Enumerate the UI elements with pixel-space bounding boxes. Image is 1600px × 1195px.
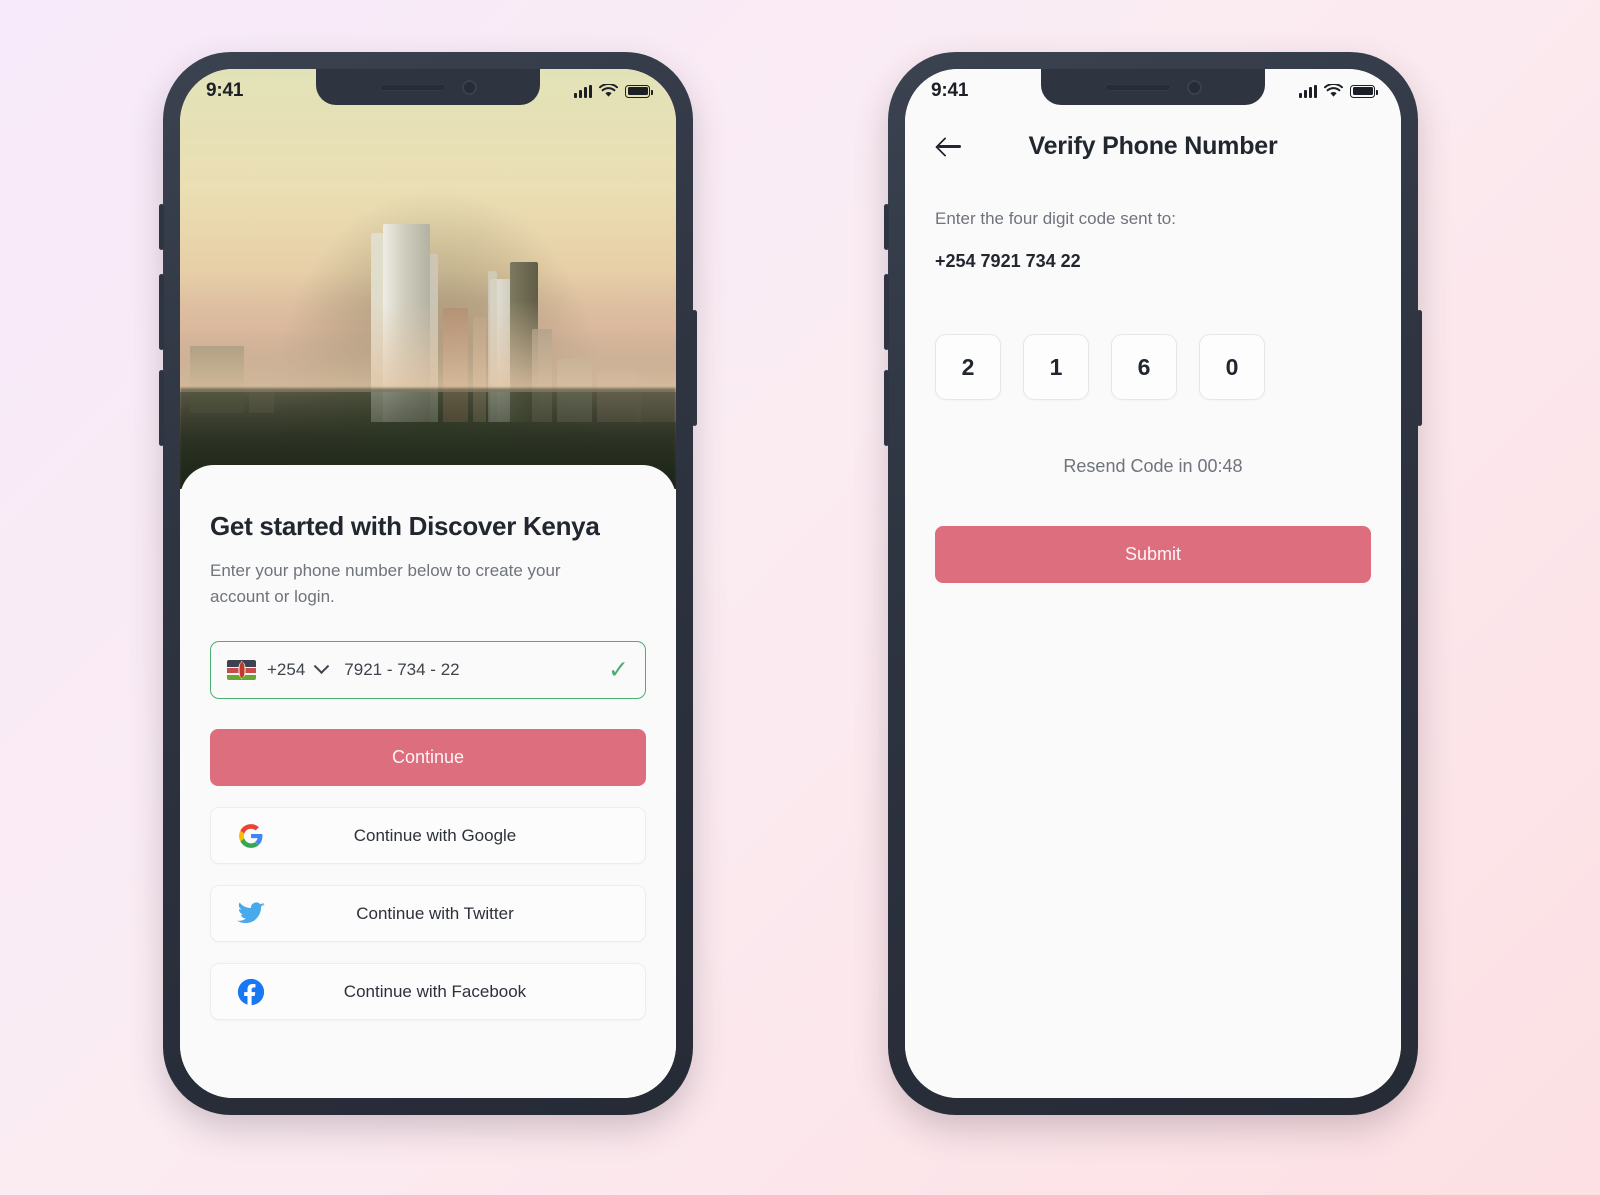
- otp-digit-1[interactable]: 2: [935, 334, 1001, 400]
- phone-screen-signup: 9:41 Get started with Discover Kenya Ent…: [180, 69, 676, 1098]
- otp-digit-4[interactable]: 0: [1199, 334, 1265, 400]
- volume-up-button[interactable]: [884, 274, 889, 350]
- earpiece-speaker: [379, 83, 446, 91]
- otp-digit-3[interactable]: 6: [1111, 334, 1177, 400]
- verify-content: Verify Phone Number Enter the four digit…: [905, 69, 1401, 1098]
- google-icon: [237, 822, 265, 850]
- continue-button[interactable]: Continue: [210, 729, 646, 786]
- signup-card: Get started with Discover Kenya Enter yo…: [180, 465, 676, 1098]
- facebook-button-label: Continue with Facebook: [343, 981, 527, 1001]
- phone-screen-verify: 9:41 Verify Phone Number Enter the four …: [905, 69, 1401, 1098]
- battery-icon: [1350, 84, 1378, 98]
- notch: [316, 69, 540, 105]
- verify-instruction: Enter the four digit code sent to:: [935, 209, 1176, 228]
- silent-switch-button[interactable]: [159, 204, 164, 250]
- earpiece-speaker: [1104, 83, 1171, 91]
- status-time: 9:41: [206, 80, 244, 101]
- haze-overlay: [180, 300, 676, 393]
- wifi-icon: [1324, 84, 1343, 97]
- power-button[interactable]: [692, 310, 697, 426]
- otp-digit-2[interactable]: 1: [1023, 334, 1089, 400]
- check-icon: ✓: [608, 655, 629, 684]
- signal-bars-icon: [574, 84, 592, 98]
- notch: [1041, 69, 1265, 105]
- phone-signup: 9:41 Get started with Discover Kenya Ent…: [159, 52, 697, 1115]
- volume-up-button[interactable]: [159, 274, 164, 350]
- twitter-button-label: Continue with Twitter: [356, 903, 514, 923]
- verify-title: Verify Phone Number: [1028, 131, 1278, 160]
- facebook-icon: [237, 978, 265, 1006]
- submit-button[interactable]: Submit: [935, 526, 1371, 583]
- country-code-value[interactable]: +254: [267, 660, 305, 680]
- battery-icon: [625, 84, 653, 98]
- twitter-icon: [237, 900, 265, 928]
- phone-verify: 9:41 Verify Phone Number Enter the four …: [884, 52, 1422, 1115]
- status-time: 9:41: [931, 80, 969, 101]
- volume-down-button[interactable]: [884, 370, 889, 446]
- page-title: Get started with Discover Kenya: [210, 511, 600, 541]
- wifi-icon: [599, 84, 618, 97]
- otp-input-group: 2 1 6 0: [935, 334, 1371, 400]
- resend-code-text[interactable]: Resend Code in 00:48: [935, 456, 1371, 477]
- verify-header: Verify Phone Number: [935, 131, 1371, 161]
- continue-with-google-button[interactable]: Continue with Google: [210, 807, 646, 864]
- arrow-left-icon[interactable]: [935, 131, 965, 161]
- phone-number-value[interactable]: 7921 - 734 - 22: [344, 660, 597, 680]
- front-camera-icon: [1186, 79, 1202, 95]
- silent-switch-button[interactable]: [884, 204, 889, 250]
- page-subtitle: Enter your phone number below to create …: [210, 561, 561, 606]
- front-camera-icon: [461, 79, 477, 95]
- verify-phone-number: +254 7921 734 22: [935, 251, 1081, 271]
- power-button[interactable]: [1417, 310, 1422, 426]
- google-button-label: Continue with Google: [353, 825, 517, 845]
- phone-number-input[interactable]: +254 7921 - 734 - 22 ✓: [210, 641, 646, 699]
- kenya-flag-icon: [227, 660, 256, 680]
- chevron-down-icon[interactable]: [314, 657, 330, 674]
- volume-down-button[interactable]: [159, 370, 164, 446]
- signal-bars-icon: [1299, 84, 1317, 98]
- continue-with-facebook-button[interactable]: Continue with Facebook: [210, 963, 646, 1020]
- continue-with-twitter-button[interactable]: Continue with Twitter: [210, 885, 646, 942]
- hero-image: [180, 69, 676, 489]
